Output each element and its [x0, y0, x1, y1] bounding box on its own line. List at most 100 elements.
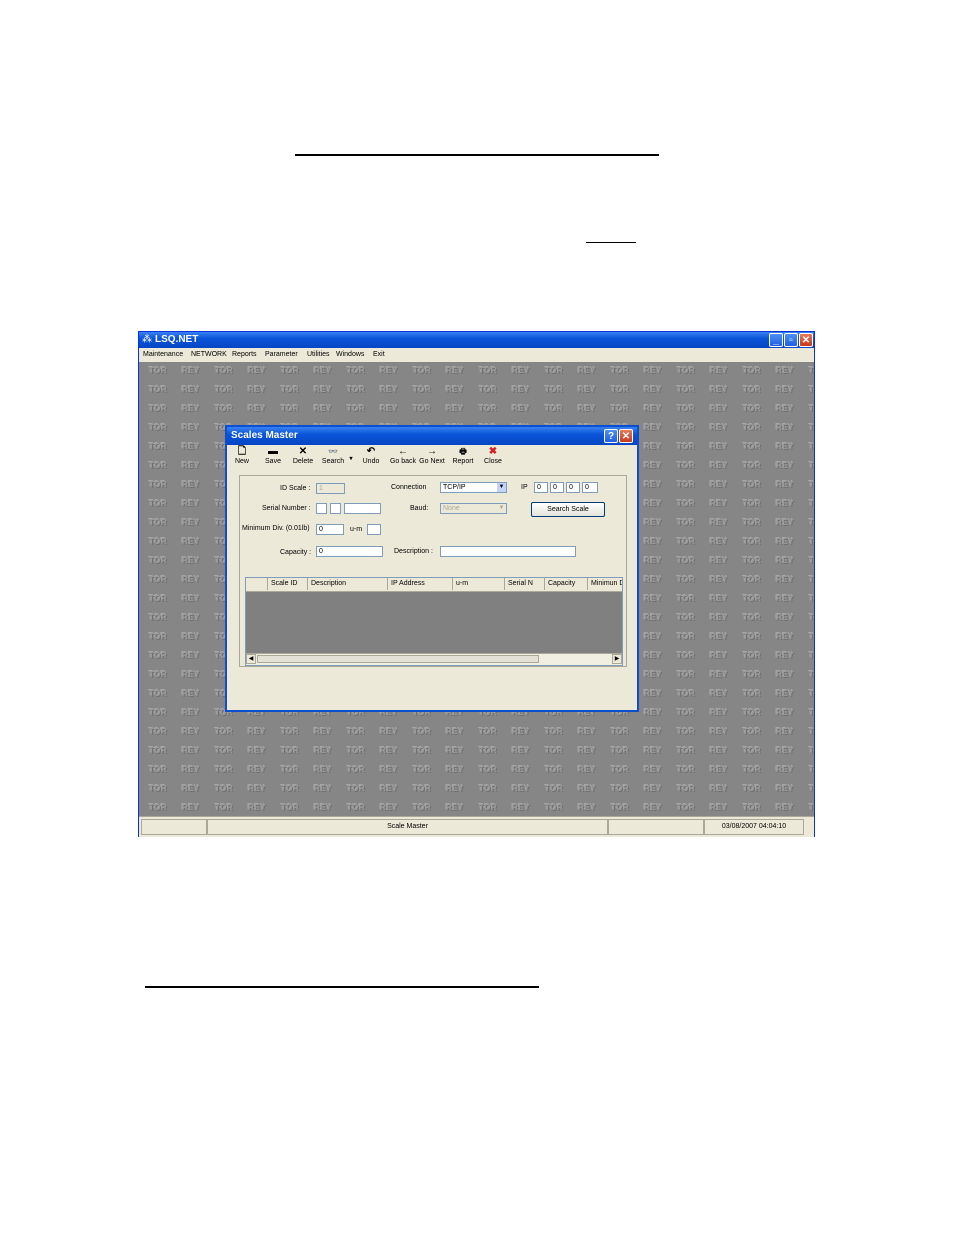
wallpaper-tile: REY	[710, 632, 728, 641]
capacity-field[interactable]: 0	[316, 546, 383, 557]
wallpaper-tile: REY	[776, 461, 794, 470]
scales-grid[interactable]: Scale ID Description IP Address u-m Seri…	[245, 577, 623, 666]
wallpaper-tile: TOR	[742, 385, 762, 394]
col-capacity[interactable]: Capacity	[545, 578, 588, 590]
report-button[interactable]: 🖶 Report	[450, 446, 476, 465]
wallpaper-tile: TOR	[676, 461, 696, 470]
new-button[interactable]: 🗋 New	[234, 446, 250, 465]
dialog-titlebar[interactable]: Scales Master ? ✕	[227, 427, 637, 445]
close-circle-icon: ✖	[488, 446, 498, 457]
wallpaper-tile: TOR	[148, 442, 168, 451]
wallpaper-tile: REY	[776, 518, 794, 527]
undo-button[interactable]: ↶ Undo	[362, 446, 380, 465]
wallpaper-tile: REY	[776, 632, 794, 641]
app-title: LSQ.NET	[155, 334, 199, 345]
wallpaper-tile: REY	[776, 784, 794, 793]
wallpaper-tile: TOR	[742, 423, 762, 432]
restore-button[interactable]: ▫	[784, 333, 798, 347]
col-unit-measure[interactable]: u-m	[453, 578, 505, 590]
wallpaper-tile: REY	[776, 613, 794, 622]
wallpaper-tile: REY	[710, 784, 728, 793]
unit-measure-field[interactable]	[367, 524, 381, 535]
save-button[interactable]: ▬ Save	[263, 446, 283, 465]
minimum-division-field[interactable]: 0	[316, 524, 344, 535]
scroll-left-icon[interactable]: ◀	[246, 654, 256, 664]
wallpaper-tile: REY	[776, 670, 794, 679]
col-ip-address[interactable]: IP Address	[388, 578, 453, 590]
col-scale-id[interactable]: Scale ID	[268, 578, 308, 590]
wallpaper-tile: REY	[446, 385, 464, 394]
search-button[interactable]: 👓 Search	[320, 446, 346, 465]
go-back-button[interactable]: ← Go back	[389, 446, 417, 465]
close-form-button[interactable]: ✖ Close	[482, 446, 504, 465]
wallpaper-tile: REY	[182, 499, 200, 508]
search-dropdown-button[interactable]: ▾	[348, 453, 354, 465]
chevron-down-icon: ▼	[497, 504, 506, 513]
wallpaper-tile: TOR	[808, 746, 814, 755]
wallpaper-tile: REY	[446, 404, 464, 413]
wallpaper-tile: TOR	[676, 423, 696, 432]
wallpaper-tile: TOR	[742, 765, 762, 774]
menu-network[interactable]: NETWORK	[191, 351, 227, 358]
menu-reports[interactable]: Reports	[232, 351, 257, 358]
go-next-button[interactable]: → Go Next	[418, 446, 446, 465]
wallpaper-tile: REY	[512, 404, 530, 413]
serial-field-3[interactable]	[344, 503, 381, 514]
wallpaper-tile: TOR	[346, 727, 366, 736]
close-button[interactable]: ✕	[799, 333, 813, 347]
menu-parameter[interactable]: Parameter	[265, 351, 298, 358]
delete-button[interactable]: ✕ Delete	[290, 446, 316, 465]
wallpaper-tile: REY	[710, 708, 728, 717]
wallpaper-tile: TOR	[412, 803, 432, 812]
description-field[interactable]	[440, 546, 576, 557]
wallpaper-tile: TOR	[676, 746, 696, 755]
grid-header: Scale ID Description IP Address u-m Seri…	[246, 578, 622, 592]
chevron-down-icon: ▾	[349, 456, 353, 462]
dialog-close-button[interactable]: ✕	[619, 429, 633, 443]
wallpaper-tile: TOR	[610, 803, 630, 812]
wallpaper-tile: REY	[578, 404, 596, 413]
wallpaper-tile: REY	[380, 404, 398, 413]
wallpaper-tile: REY	[644, 803, 662, 812]
wallpaper-tile: REY	[644, 518, 662, 527]
wallpaper-tile: REY	[644, 746, 662, 755]
baud-label: Baud:	[410, 505, 429, 512]
wallpaper-tile: REY	[710, 651, 728, 660]
wallpaper-tile: TOR	[412, 765, 432, 774]
wallpaper-tile: REY	[380, 366, 398, 375]
wallpaper-tile: REY	[314, 404, 332, 413]
serial-field-1[interactable]	[316, 503, 327, 514]
minimize-button[interactable]: _	[769, 333, 783, 347]
menu-windows[interactable]: Windows	[336, 351, 364, 358]
menu-exit[interactable]: Exit	[373, 351, 385, 358]
wallpaper-tile: TOR	[676, 613, 696, 622]
ip-octet-4[interactable]: 0	[582, 482, 598, 493]
connection-select[interactable]: TCP/IP ▼	[440, 482, 507, 493]
description-label: Description :	[394, 548, 433, 555]
ip-octet-1[interactable]: 0	[534, 482, 548, 493]
scroll-thumb[interactable]	[257, 655, 539, 663]
menu-utilities[interactable]: Utilities	[307, 351, 330, 358]
wallpaper-tile: REY	[776, 385, 794, 394]
wallpaper-tile: TOR	[610, 404, 630, 413]
chevron-down-icon: ▼	[497, 483, 506, 492]
main-titlebar[interactable]: ⁂ LSQ.NET _ ▫ ✕	[139, 332, 814, 348]
wallpaper-tile: REY	[644, 556, 662, 565]
serial-field-2[interactable]	[330, 503, 341, 514]
wallpaper-tile: TOR	[478, 784, 498, 793]
ip-octet-3[interactable]: 0	[566, 482, 580, 493]
menu-maintenance[interactable]: Maintenance	[143, 351, 183, 358]
col-minimum-division[interactable]: Minimun D	[588, 578, 622, 590]
wallpaper-tile: REY	[248, 404, 266, 413]
wallpaper-tile: REY	[776, 575, 794, 584]
col-serial-n[interactable]: Serial N	[505, 578, 545, 590]
search-scale-button[interactable]: Search Scale	[531, 502, 605, 517]
wallpaper-tile: TOR	[544, 746, 564, 755]
grid-horizontal-scrollbar[interactable]: ◀ ▶	[246, 653, 622, 665]
wallpaper-tile: TOR	[280, 746, 300, 755]
col-description[interactable]: Description	[308, 578, 388, 590]
help-button[interactable]: ?	[604, 429, 618, 443]
wallpaper-tile: REY	[314, 366, 332, 375]
scroll-right-icon[interactable]: ▶	[612, 654, 622, 664]
ip-octet-2[interactable]: 0	[550, 482, 564, 493]
